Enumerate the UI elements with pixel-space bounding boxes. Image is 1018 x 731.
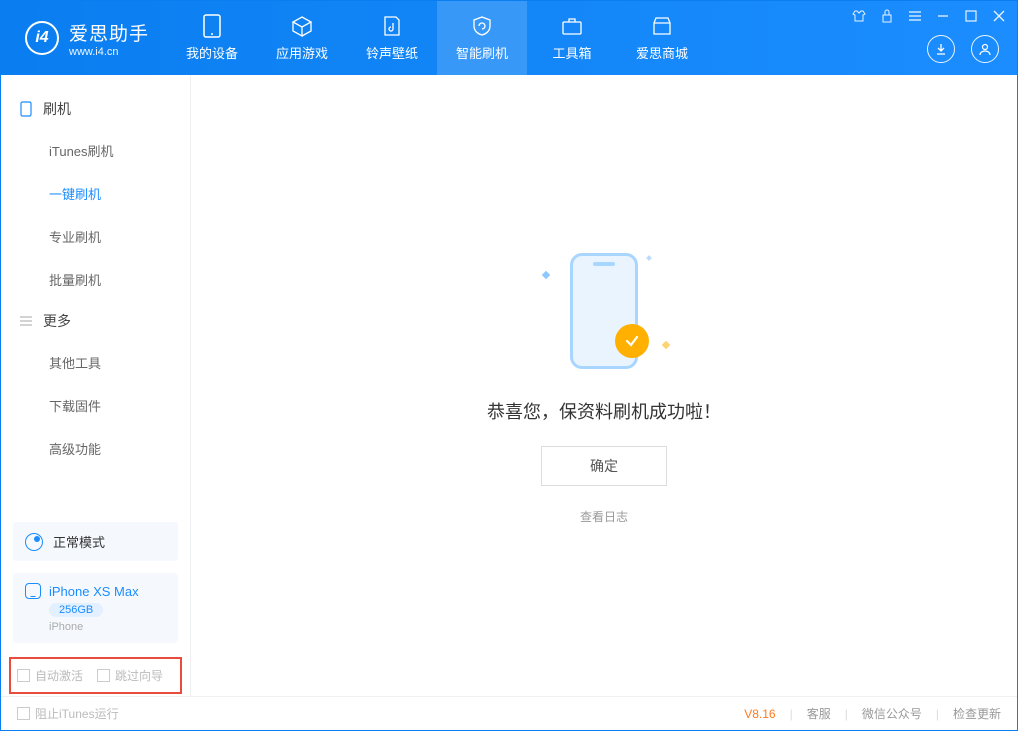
sidebar-item-other-tools[interactable]: 其他工具 xyxy=(1,341,190,384)
refresh-shield-icon xyxy=(470,14,494,38)
sidebar-item-oneclick-flash[interactable]: 一键刷机 xyxy=(1,172,190,215)
device-icon xyxy=(200,14,224,38)
ok-button[interactable]: 确定 xyxy=(541,446,667,486)
phone-small-icon xyxy=(19,102,33,116)
more-icon xyxy=(19,314,33,328)
tab-ringtone-wallpaper[interactable]: 铃声壁纸 xyxy=(347,1,437,75)
download-icon[interactable] xyxy=(927,35,955,63)
sidebar-section-more: 更多 xyxy=(1,301,190,341)
header-right-icons xyxy=(927,35,999,63)
minimize-icon[interactable] xyxy=(935,8,951,24)
checkbox-auto-activate[interactable]: 自动激活 xyxy=(17,667,83,684)
tab-my-device[interactable]: 我的设备 xyxy=(167,1,257,75)
footer-support-link[interactable]: 客服 xyxy=(807,705,831,722)
app-name-cn: 爱思助手 xyxy=(69,19,149,46)
sidebar-item-advanced[interactable]: 高级功能 xyxy=(1,427,190,470)
tab-store[interactable]: 爱思商城 xyxy=(617,1,707,75)
sidebar-item-firmware[interactable]: 下载固件 xyxy=(1,384,190,427)
sidebar-item-pro-flash[interactable]: 专业刷机 xyxy=(1,215,190,258)
device-card[interactable]: iPhone XS Max 256GB iPhone xyxy=(13,573,178,643)
checkbox-skip-guide[interactable]: 跳过向导 xyxy=(97,667,163,684)
success-message: 恭喜您，保资料刷机成功啦！ xyxy=(487,398,721,424)
window-controls xyxy=(851,8,1007,24)
sidebar-section-flash: 刷机 xyxy=(1,89,190,129)
sidebar-item-batch-flash[interactable]: 批量刷机 xyxy=(1,258,190,301)
checkmark-badge-icon xyxy=(615,324,649,358)
device-name: iPhone XS Max xyxy=(49,584,139,599)
logo-block: i4 爱思助手 www.i4.cn xyxy=(1,19,167,58)
success-illustration xyxy=(539,246,669,376)
tab-toolbox[interactable]: 工具箱 xyxy=(527,1,617,75)
sidebar: 刷机 iTunes刷机 一键刷机 专业刷机 批量刷机 更多 其他工具 下载固件 … xyxy=(1,75,191,696)
device-capacity: 256GB xyxy=(49,603,103,617)
maximize-icon[interactable] xyxy=(963,8,979,24)
device-phone-icon xyxy=(25,583,41,599)
sidebar-item-itunes-flash[interactable]: iTunes刷机 xyxy=(1,129,190,172)
checkbox-block-itunes[interactable]: 阻止iTunes运行 xyxy=(17,705,119,722)
logo-icon: i4 xyxy=(25,21,59,55)
mode-label: 正常模式 xyxy=(53,532,105,551)
user-icon[interactable] xyxy=(971,35,999,63)
music-file-icon xyxy=(380,14,404,38)
skin-icon[interactable] xyxy=(851,8,867,24)
close-icon[interactable] xyxy=(991,8,1007,24)
mode-card[interactable]: 正常模式 xyxy=(13,522,178,561)
main-tabs: 我的设备 应用游戏 铃声壁纸 智能刷机 工具箱 爱思商城 xyxy=(167,1,707,75)
store-icon xyxy=(650,14,674,38)
main-content: 恭喜您，保资料刷机成功啦！ 确定 查看日志 xyxy=(191,75,1017,696)
device-type: iPhone xyxy=(49,621,166,633)
toolbox-icon xyxy=(560,14,584,38)
menu-icon[interactable] xyxy=(907,8,923,24)
footer: 阻止iTunes运行 V8.16 | 客服 | 微信公众号 | 检查更新 xyxy=(1,696,1017,730)
tab-smart-flash[interactable]: 智能刷机 xyxy=(437,1,527,75)
lock-icon[interactable] xyxy=(879,8,895,24)
view-log-link[interactable]: 查看日志 xyxy=(580,508,628,525)
app-header: i4 爱思助手 www.i4.cn 我的设备 应用游戏 铃声壁纸 智能刷机 工具… xyxy=(1,1,1017,75)
footer-check-update-link[interactable]: 检查更新 xyxy=(953,705,1001,722)
tab-apps-games[interactable]: 应用游戏 xyxy=(257,1,347,75)
version-label: V8.16 xyxy=(744,707,775,721)
footer-wechat-link[interactable]: 微信公众号 xyxy=(862,705,922,722)
app-name-en: www.i4.cn xyxy=(69,46,149,58)
mode-icon xyxy=(25,533,43,551)
highlighted-options: 自动激活 跳过向导 xyxy=(9,657,182,694)
cube-icon xyxy=(290,14,314,38)
